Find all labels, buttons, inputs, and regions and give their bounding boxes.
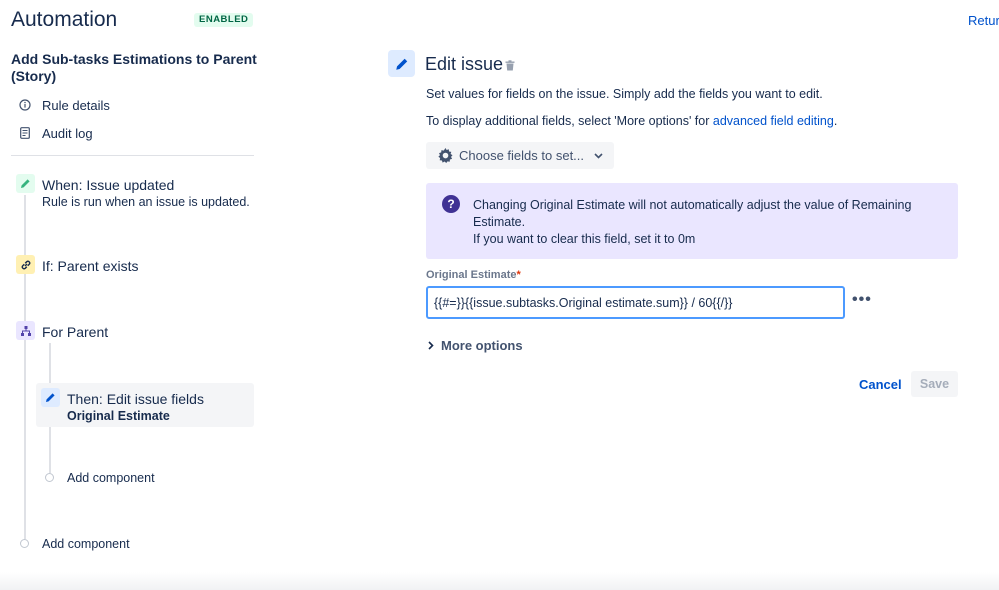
action-badge: [41, 388, 60, 407]
trigger-badge: [16, 174, 35, 193]
info-icon: [18, 98, 32, 112]
page-title: Automation: [11, 8, 118, 31]
branch-badge: [16, 321, 35, 340]
panel-title: Edit issue: [425, 54, 504, 74]
original-estimate-input[interactable]: {{#=}}{{issue.subtasks.Original estimate…: [426, 286, 845, 319]
info-message-line: Changing Original Estimate will not auto…: [473, 198, 912, 229]
trash-icon[interactable]: [505, 58, 515, 76]
return-link[interactable]: Retur: [968, 13, 999, 28]
audit-log-icon: [18, 126, 32, 140]
add-component-dot: [45, 473, 54, 482]
panel-more-options-hint: To display additional fields, select 'Mo…: [426, 114, 838, 128]
rule-name: Add Sub-tasks Estimations to Parent (Sto…: [11, 51, 257, 84]
step-condition[interactable]: If: Parent exists: [42, 258, 138, 274]
more-options-toggle[interactable]: More options: [428, 338, 523, 353]
add-component-branch[interactable]: Add component: [67, 471, 155, 485]
edit-issue-badge: [388, 50, 415, 77]
info-message-line: If you want to clear this field, set it …: [473, 232, 696, 246]
add-component-root[interactable]: Add component: [42, 537, 130, 551]
more-options-label: More options: [441, 338, 523, 353]
save-button[interactable]: Save: [911, 371, 958, 397]
status-badge: ENABLED: [194, 13, 254, 27]
question-icon: ?: [442, 195, 460, 213]
advanced-field-editing-link[interactable]: advanced field editing: [713, 114, 834, 128]
chevron-down-icon: [594, 152, 603, 159]
sidebar-item-label: Audit log: [42, 125, 93, 141]
condition-badge: [16, 255, 35, 274]
pencil-icon: [395, 58, 407, 70]
chevron-right-icon: [428, 341, 434, 350]
sidebar-item-audit-log[interactable]: Audit log: [18, 124, 93, 142]
pencil-icon: [21, 179, 30, 188]
sidebar-item-label: Rule details: [42, 97, 110, 113]
sidebar-divider: [11, 155, 254, 156]
gear-icon: [438, 148, 453, 163]
step-trigger-description: Rule is run when an issue is updated.: [42, 195, 250, 209]
step-trigger[interactable]: When: Issue updated: [42, 177, 174, 193]
more-actions-icon[interactable]: •••: [852, 291, 872, 309]
add-component-dot: [20, 539, 29, 548]
required-marker: *: [516, 269, 521, 281]
bottom-edge: [0, 572, 999, 590]
step-action[interactable]: Then: Edit issue fields: [67, 391, 204, 407]
info-message: ? Changing Original Estimate will not au…: [426, 183, 958, 259]
choose-fields-button[interactable]: Choose fields to set...: [426, 142, 614, 169]
panel-description: Set values for fields on the issue. Simp…: [426, 87, 823, 101]
flow-connector: [24, 195, 26, 539]
pencil-icon: [46, 393, 55, 402]
hierarchy-icon: [20, 325, 31, 336]
step-action-field: Original Estimate: [67, 409, 170, 423]
link-icon: [21, 260, 30, 269]
step-branch[interactable]: For Parent: [42, 324, 108, 340]
cancel-button[interactable]: Cancel: [851, 371, 910, 397]
original-estimate-label: Original Estimate*: [426, 269, 521, 281]
sidebar-item-rule-details[interactable]: Rule details: [18, 96, 110, 114]
choose-fields-label: Choose fields to set...: [459, 148, 585, 163]
